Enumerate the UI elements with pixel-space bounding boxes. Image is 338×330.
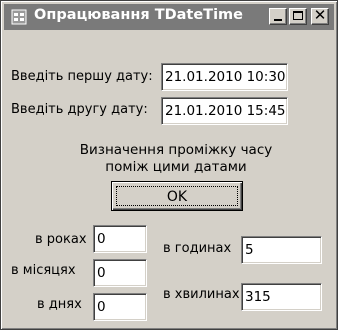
second-date-label: Введіть другу дату: <box>11 102 148 117</box>
window-title: Опрацювання TDateTime <box>34 7 243 23</box>
title-bar[interactable]: Опрацювання TDateTime ✕ <box>4 4 334 30</box>
hours-field[interactable]: 5 <box>241 236 322 264</box>
ok-button-label: OK <box>166 189 188 205</box>
first-date-field[interactable]: 21.01.2010 10:30 <box>161 63 288 91</box>
years-field[interactable]: 0 <box>93 225 147 253</box>
minutes-field[interactable]: 315 <box>241 283 322 311</box>
close-icon: ✕ <box>313 6 327 24</box>
ok-button[interactable]: OK <box>111 181 243 211</box>
months-label: в місяцях <box>11 263 76 278</box>
minimize-icon <box>274 19 282 21</box>
interval-caption: Визначення проміжку часу поміж цими дата… <box>79 142 273 175</box>
months-field[interactable]: 0 <box>93 259 147 287</box>
hours-label: в годинах <box>163 241 232 256</box>
maximize-icon <box>293 11 303 20</box>
second-date-field[interactable]: 21.01.2010 15:45 <box>161 97 288 125</box>
days-field[interactable]: 0 <box>93 293 147 321</box>
app-icon <box>11 9 27 25</box>
first-date-label: Введіть першу дату: <box>11 69 153 84</box>
minimize-button[interactable] <box>269 8 287 25</box>
days-label: в днях <box>37 297 82 312</box>
close-button[interactable]: ✕ <box>311 6 329 25</box>
minutes-label: в хвилинах <box>163 287 240 302</box>
years-label: в роках <box>35 232 87 247</box>
maximize-button[interactable] <box>289 8 307 25</box>
app-window: Опрацювання TDateTime ✕ Введіть першу да… <box>0 0 338 330</box>
